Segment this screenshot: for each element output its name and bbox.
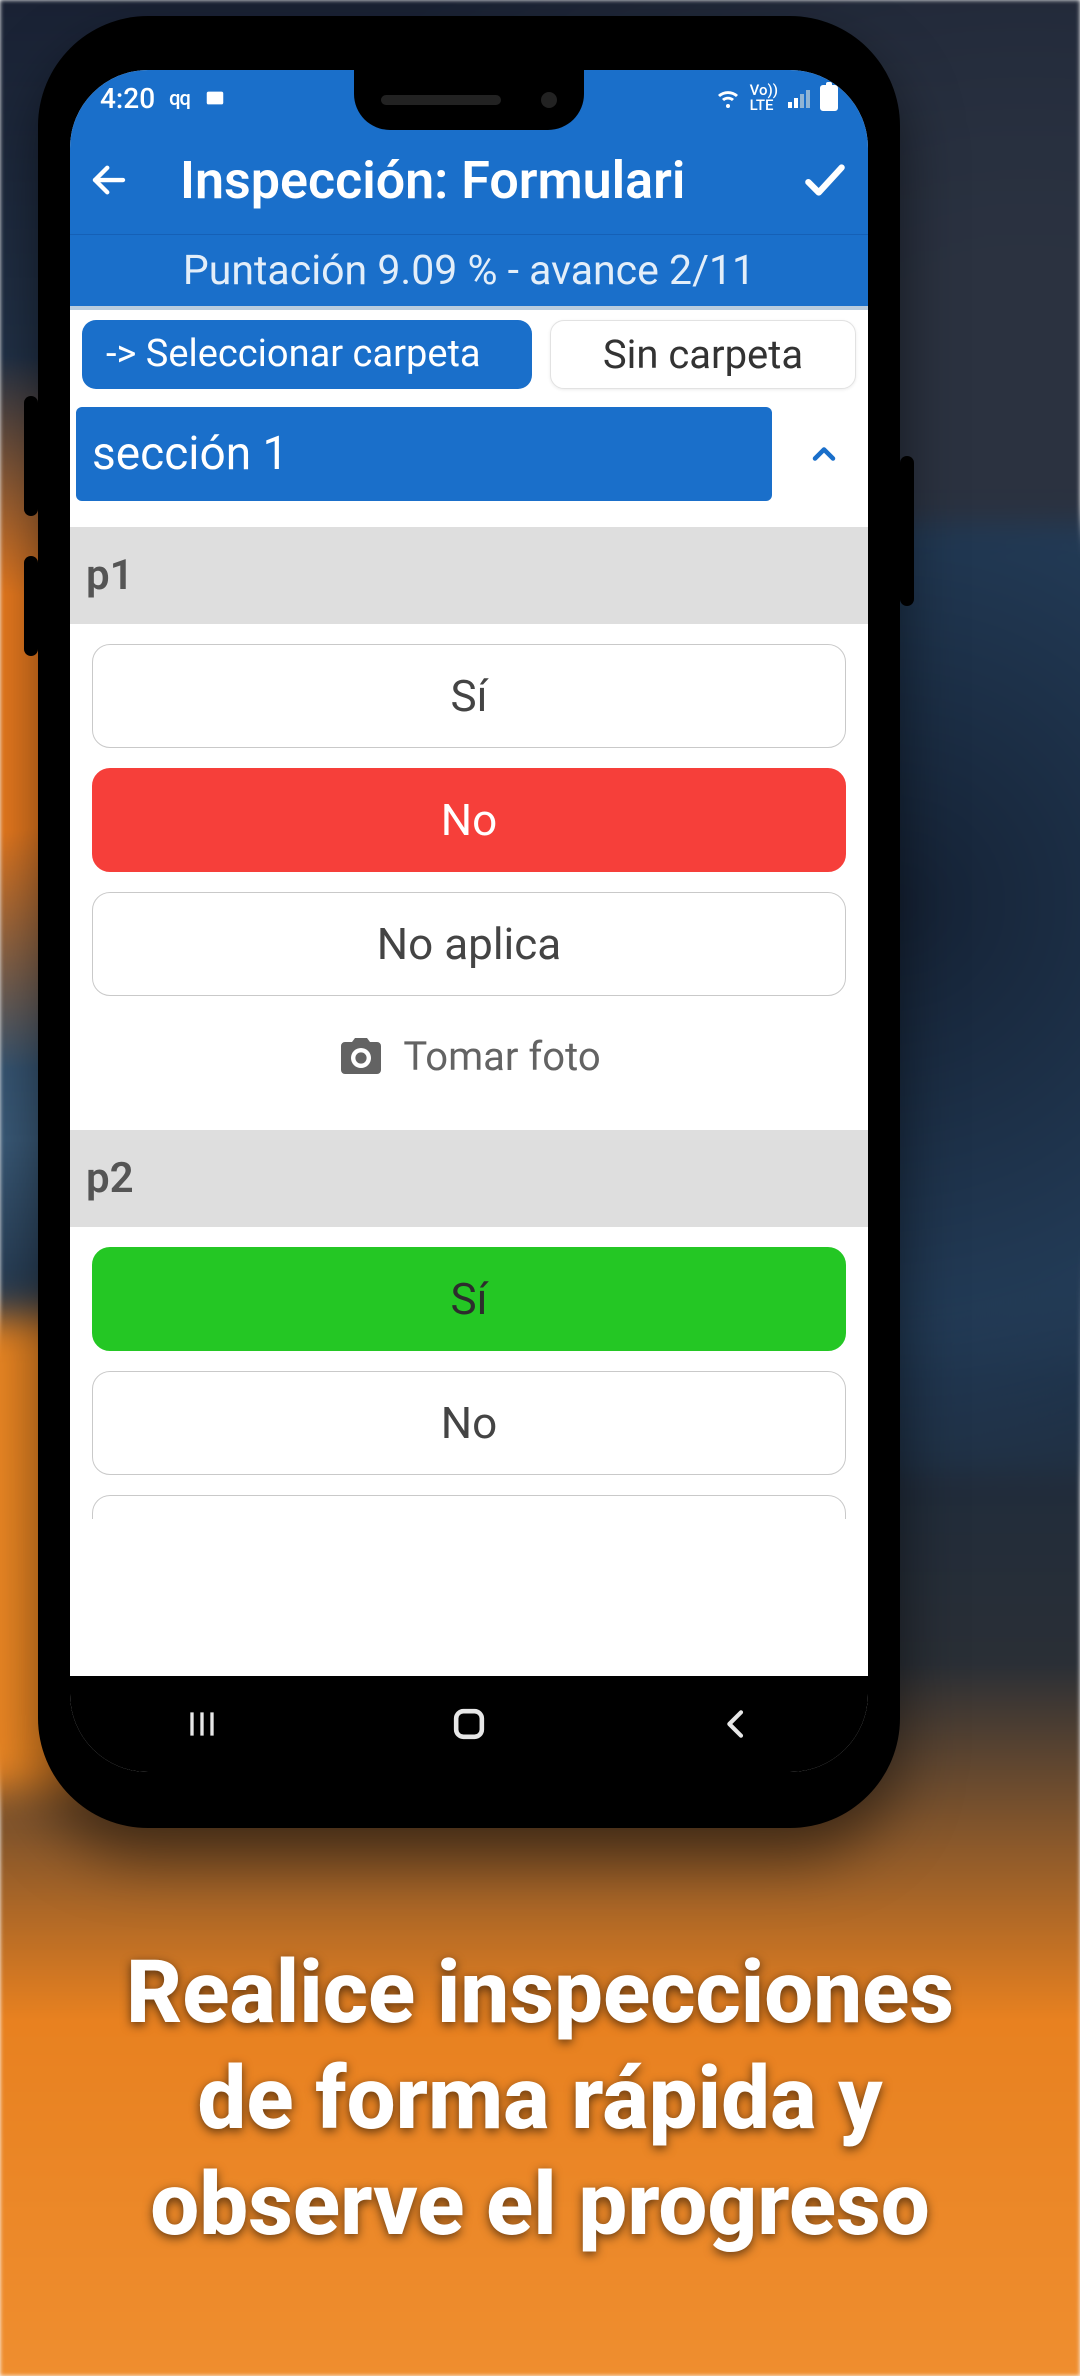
phone-volume-down — [24, 556, 38, 656]
page-title: Inspección: Formulari — [180, 150, 774, 211]
android-nav-bar — [70, 1676, 868, 1772]
wifi-icon — [716, 86, 740, 110]
section-row: sección 1 — [70, 397, 868, 507]
question-label-text: p1 — [86, 551, 134, 600]
phone-notch — [354, 70, 584, 130]
answer-no-label: No — [441, 1397, 497, 1449]
question-label-text: p2 — [86, 1154, 134, 1203]
answer-group-p1: Sí No No aplica — [70, 624, 868, 996]
battery-icon — [820, 85, 838, 111]
voicemail-icon: qq — [169, 86, 190, 110]
recents-icon — [182, 1704, 222, 1744]
question-label: p1 — [70, 527, 868, 624]
chevron-left-icon — [716, 1704, 756, 1744]
section-header[interactable]: sección 1 — [76, 407, 772, 501]
answer-no[interactable]: No — [92, 768, 846, 872]
question-label: p2 — [70, 1130, 868, 1227]
score-bar: Puntación 9.09 % - avance 2/11 — [70, 234, 868, 310]
nav-back-button[interactable] — [716, 1704, 756, 1744]
take-photo-label: Tomar foto — [403, 1033, 600, 1080]
back-button[interactable] — [88, 159, 130, 201]
no-folder-chip[interactable]: Sin carpeta — [550, 320, 856, 389]
card-icon — [204, 87, 226, 109]
phone-volume-up — [24, 396, 38, 516]
answer-na-label: No aplica — [377, 918, 561, 970]
nav-recents-button[interactable] — [182, 1704, 222, 1744]
phone-screen: 4:20 qq Vo))LTE Inspección: Formulari Pu… — [70, 70, 868, 1772]
take-photo-button[interactable]: Tomar foto — [70, 996, 868, 1110]
home-icon — [447, 1702, 491, 1746]
arrow-left-icon — [88, 159, 130, 201]
select-folder-label: -> Seleccionar carpeta — [106, 331, 481, 379]
phone-power-button — [900, 456, 914, 606]
section-title: sección 1 — [92, 427, 288, 481]
camera-icon — [337, 1032, 385, 1080]
answer-group-p2: Sí No — [70, 1227, 868, 1519]
nav-home-button[interactable] — [447, 1702, 491, 1746]
no-folder-label: Sin carpeta — [603, 331, 803, 378]
status-time: 4:20 — [100, 82, 155, 115]
score-text: Puntación 9.09 % - avance 2/11 — [183, 247, 755, 295]
app-bar: Inspección: Formulari — [70, 126, 868, 234]
volte-icon: Vo))LTE — [750, 83, 778, 113]
answer-no[interactable]: No — [92, 1371, 846, 1475]
answer-yes-label: Sí — [450, 1273, 487, 1325]
signal-icon — [788, 88, 810, 108]
confirm-button[interactable] — [800, 155, 850, 205]
answer-na[interactable] — [92, 1495, 846, 1519]
collapse-section-button[interactable] — [786, 407, 862, 501]
answer-yes-label: Sí — [450, 670, 487, 722]
chevron-up-icon — [806, 436, 842, 472]
phone-frame: 4:20 qq Vo))LTE Inspección: Formulari Pu… — [38, 16, 900, 1828]
answer-yes[interactable]: Sí — [92, 644, 846, 748]
marketing-caption: Realice inspecciones de forma rápida y o… — [0, 1940, 1080, 2258]
select-folder-button[interactable]: -> Seleccionar carpeta — [82, 320, 532, 389]
folder-row: -> Seleccionar carpeta Sin carpeta — [70, 310, 868, 397]
check-icon — [800, 155, 850, 205]
answer-na[interactable]: No aplica — [92, 892, 846, 996]
answer-no-label: No — [441, 794, 497, 846]
answer-yes[interactable]: Sí — [92, 1247, 846, 1351]
